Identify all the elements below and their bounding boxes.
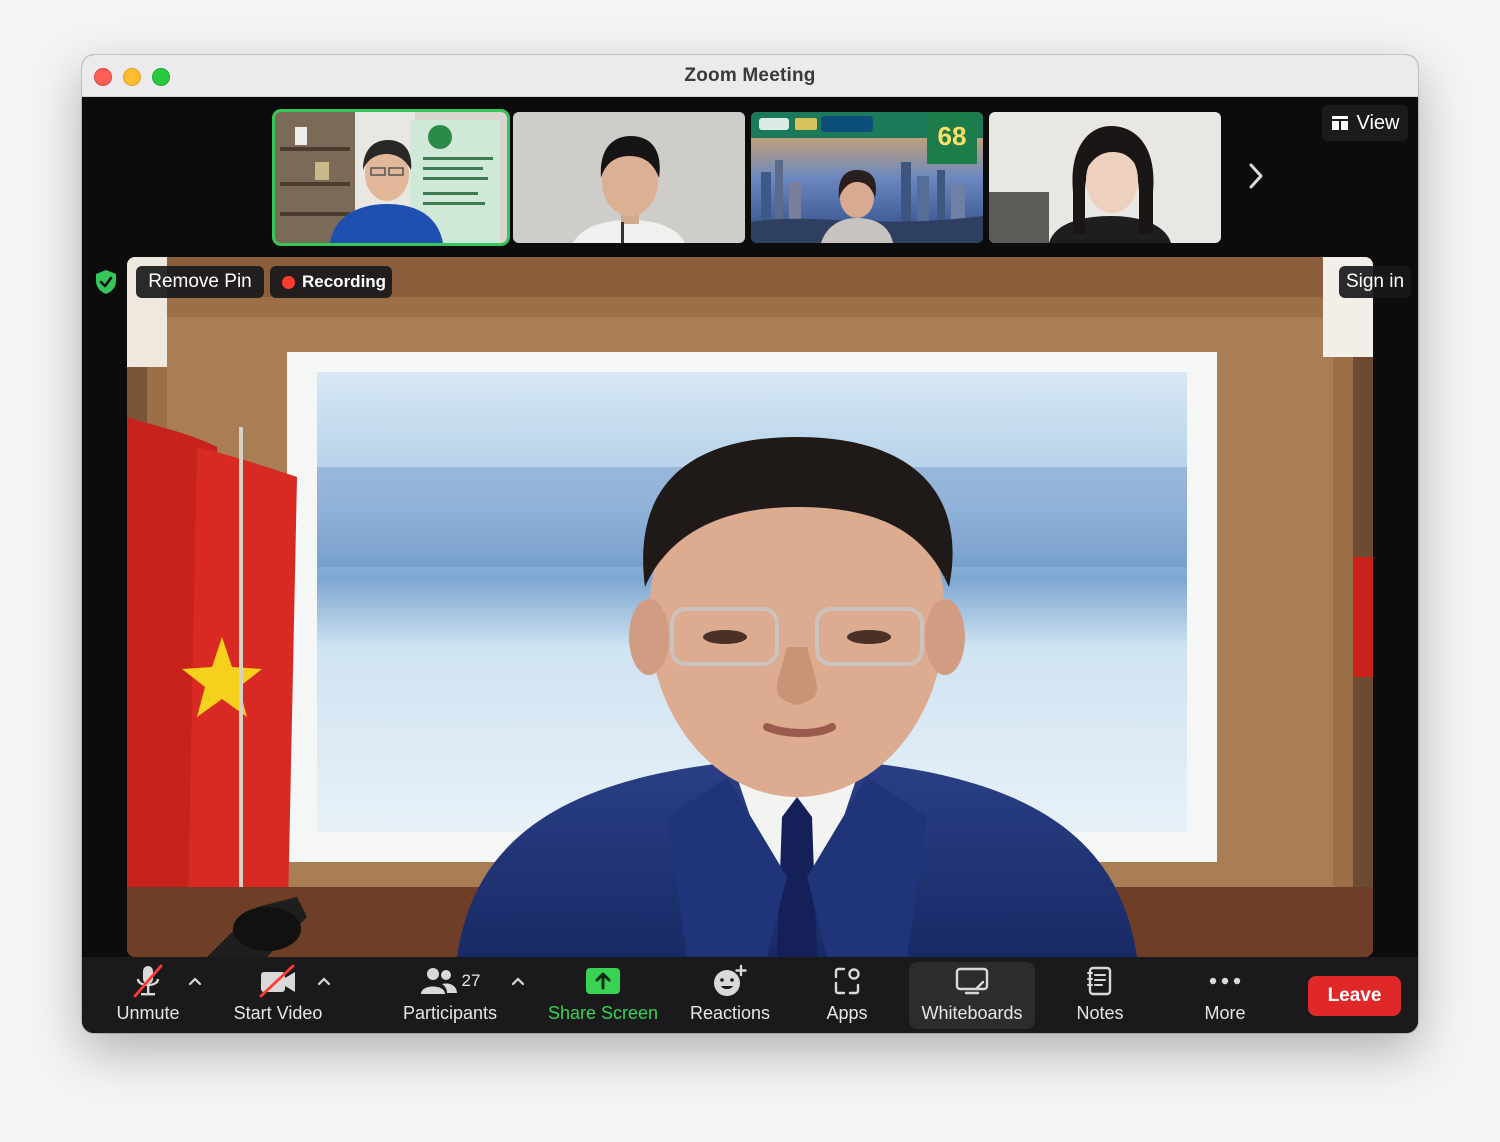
audio-options-chevron-icon[interactable] bbox=[187, 975, 203, 987]
view-label: View bbox=[1356, 111, 1400, 134]
participants-label: Participants bbox=[402, 1003, 498, 1023]
start-video-button[interactable]: Start Video bbox=[230, 961, 326, 1029]
whiteboard-icon bbox=[955, 967, 989, 995]
more-label: More bbox=[1204, 1003, 1246, 1023]
unmute-label: Unmute bbox=[116, 1003, 180, 1023]
next-page-arrow-icon[interactable] bbox=[1242, 159, 1270, 193]
participant-video-4 bbox=[989, 112, 1221, 243]
remove-pin-button[interactable]: Remove Pin bbox=[136, 266, 264, 298]
notes-icon bbox=[1087, 966, 1112, 996]
apps-label: Apps bbox=[826, 1003, 868, 1023]
window-title: Zoom Meeting bbox=[684, 65, 816, 86]
participant-video-2 bbox=[513, 112, 745, 243]
more-button[interactable]: More bbox=[1198, 961, 1252, 1029]
participants-options-chevron-icon[interactable] bbox=[510, 975, 526, 987]
whiteboards-label: Whiteboards bbox=[921, 1003, 1023, 1023]
notes-label: Notes bbox=[1076, 1003, 1124, 1023]
participants-icon bbox=[420, 968, 457, 994]
apps-button[interactable]: Apps bbox=[820, 961, 874, 1029]
view-button[interactable]: View bbox=[1322, 105, 1408, 141]
recording-indicator[interactable]: Recording bbox=[270, 266, 392, 298]
title-bar: Zoom Meeting bbox=[82, 55, 1418, 97]
banner-number: 68 bbox=[938, 121, 967, 151]
muted-microphone-icon bbox=[133, 964, 163, 998]
notes-button[interactable]: Notes bbox=[1072, 961, 1128, 1029]
video-off-icon bbox=[259, 964, 295, 998]
share-screen-label: Share Screen bbox=[547, 1003, 659, 1023]
meeting-area: 68 View Remove Pin Recording Sign in bbox=[82, 97, 1418, 957]
reactions-label: Reactions bbox=[689, 1003, 771, 1023]
more-dots-icon bbox=[1209, 977, 1241, 985]
active-speaker-video bbox=[127, 257, 1373, 957]
leave-button[interactable]: Leave bbox=[1308, 976, 1401, 1016]
share-screen-button[interactable]: Share Screen bbox=[547, 961, 659, 1029]
participant-video-1 bbox=[275, 112, 507, 243]
participants-button[interactable]: 27 Participants bbox=[400, 961, 500, 1029]
encryption-shield-icon[interactable] bbox=[94, 269, 118, 295]
participant-thumbnail-3[interactable]: 68 bbox=[751, 112, 983, 243]
share-screen-icon bbox=[586, 968, 620, 994]
participant-count: 27 bbox=[461, 971, 481, 990]
participant-thumbnail-4[interactable] bbox=[989, 112, 1221, 243]
unmute-button[interactable]: Unmute bbox=[112, 961, 184, 1029]
reactions-icon bbox=[714, 964, 747, 996]
video-options-chevron-icon[interactable] bbox=[316, 975, 332, 987]
recording-dot-icon bbox=[282, 275, 295, 289]
grid-view-icon bbox=[1331, 116, 1348, 130]
whiteboards-button[interactable]: Whiteboards bbox=[914, 961, 1030, 1029]
apps-icon bbox=[834, 967, 860, 995]
meeting-toolbar: Unmute Start Video 27 Participants Share… bbox=[82, 957, 1418, 1033]
participant-video-3: 68 bbox=[751, 112, 983, 243]
sign-in-button[interactable]: Sign in bbox=[1339, 266, 1411, 298]
recording-label: Recording bbox=[302, 272, 387, 291]
start-video-label: Start Video bbox=[233, 1003, 323, 1023]
participant-thumbnail-2[interactable] bbox=[513, 112, 745, 243]
reactions-button[interactable]: Reactions bbox=[687, 961, 773, 1029]
zoom-window: Zoom Meeting 68 View Remove Pin Recordin… bbox=[82, 55, 1418, 1033]
participant-thumbnail-1[interactable] bbox=[275, 112, 507, 243]
